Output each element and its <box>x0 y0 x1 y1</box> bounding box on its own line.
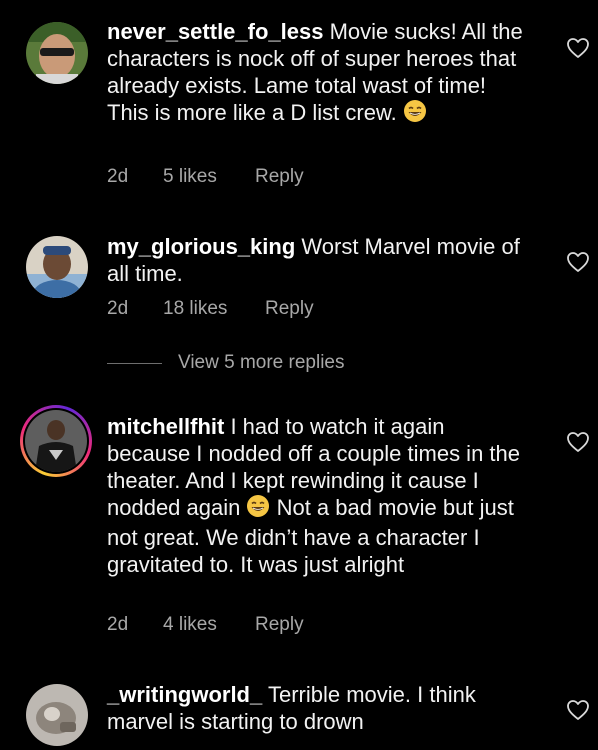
avatar[interactable] <box>26 236 88 298</box>
heart-outline-icon[interactable] <box>566 431 590 453</box>
username[interactable]: mitchellfhit <box>107 414 224 439</box>
likes-count[interactable]: 18 likes <box>163 298 265 320</box>
likes-count[interactable]: 4 likes <box>163 614 255 636</box>
username[interactable]: never_settle_fo_less <box>107 19 323 44</box>
comment-meta: 2d 18 likes Reply <box>107 298 314 320</box>
reply-button[interactable]: Reply <box>265 298 314 320</box>
avatar-image <box>25 410 87 472</box>
avatar-image <box>26 236 88 298</box>
grinning-sweat-emoji-icon <box>246 494 270 524</box>
view-more-replies-button[interactable]: View 5 more replies <box>107 352 345 374</box>
reply-button[interactable]: Reply <box>255 166 304 188</box>
comment-text: my_glorious_king Worst Marvel movie of a… <box>107 233 527 287</box>
comment-meta: 2d 5 likes Reply <box>107 166 304 188</box>
comment-meta: 2d 4 likes Reply <box>107 614 304 636</box>
comment-text: _writingworld_ Terrible movie. I think m… <box>107 681 527 735</box>
reply-button[interactable]: Reply <box>255 614 304 636</box>
avatar-image <box>26 684 88 746</box>
story-ring[interactable] <box>20 405 92 477</box>
divider-line <box>107 362 162 364</box>
heart-outline-icon[interactable] <box>566 37 590 59</box>
grinning-sweat-emoji-icon <box>403 99 427 129</box>
avatar-image <box>26 22 88 84</box>
avatar[interactable] <box>25 410 87 472</box>
username[interactable]: _writingworld_ <box>107 682 262 707</box>
comment-time: 2d <box>107 298 129 319</box>
comment-time: 2d <box>107 614 129 635</box>
comment-text: never_settle_fo_less Movie sucks! All th… <box>107 18 527 129</box>
avatar[interactable] <box>26 22 88 84</box>
avatar[interactable] <box>26 684 88 746</box>
comment-text: mitchellfhit I had to watch it again bec… <box>107 413 527 578</box>
comment-time: 2d <box>107 166 129 187</box>
heart-outline-icon[interactable] <box>566 699 590 721</box>
likes-count[interactable]: 5 likes <box>163 166 255 188</box>
username[interactable]: my_glorious_king <box>107 234 295 259</box>
heart-outline-icon[interactable] <box>566 251 590 273</box>
view-more-label: View 5 more replies <box>178 352 345 373</box>
